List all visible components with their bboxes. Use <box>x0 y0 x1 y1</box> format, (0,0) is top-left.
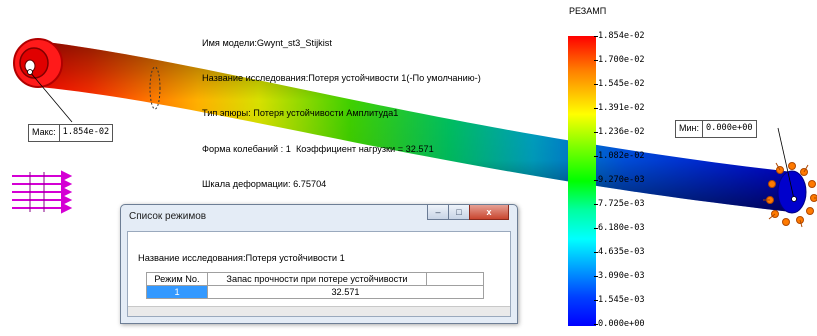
plot-type: Тип эпюры: Потеря устойчивости Амплитуда… <box>202 108 399 119</box>
legend-tick: 1.236e-02 <box>594 127 645 137</box>
legend-tick: 3.090e-03 <box>594 271 645 281</box>
max-callout[interactable]: Макс: 1.854e-02 <box>28 124 114 142</box>
legend-tick: 9.270e-03 <box>594 175 645 185</box>
legend-tick: 7.725e-03 <box>594 199 645 209</box>
beam-right-end <box>777 170 807 214</box>
mode-number-cell[interactable]: 1 <box>146 285 208 299</box>
modes-table: Режим No. Запас прочности при потере уст… <box>146 272 484 299</box>
legend-tick: 1.082e-02 <box>594 151 645 161</box>
legend-tick: 1.854e-02 <box>594 31 645 41</box>
column-header-mode[interactable]: Режим No. <box>146 272 208 286</box>
mode-shape: Форма колебаний : 1 Коэффициент нагрузки… <box>202 143 434 154</box>
maximize-button[interactable]: □ <box>448 205 470 220</box>
load-arrows-icon[interactable] <box>12 170 73 214</box>
max-label: Макс: <box>29 125 60 141</box>
min-callout[interactable]: Мин: 0.000e+00 <box>675 120 757 138</box>
legend-title: РЕЗАМП <box>569 6 607 16</box>
legend-tick: 1.545e-03 <box>594 295 645 305</box>
max-value: 1.854e-02 <box>62 127 110 137</box>
deformation-scale: Шкала деформации: 6.75704 <box>202 179 327 190</box>
min-value: 0.000e+00 <box>706 123 753 133</box>
mode-list-dialog[interactable]: Список режимов – □ x Название исследован… <box>120 204 518 324</box>
legend-tick: 0.000e+00 <box>594 319 645 329</box>
horizontal-scrollbar[interactable] <box>128 306 510 316</box>
legend-tick: 1.545e-02 <box>594 79 645 89</box>
table-row[interactable]: 1 32.571 <box>146 285 484 299</box>
legend-tick: 4.635e-03 <box>594 247 645 257</box>
model-info: Имя модели:Gwynt_st3_Stijkist Название и… <box>202 14 481 203</box>
model-name: Имя модели:Gwynt_st3_Stijkist <box>202 37 332 48</box>
column-header-empty <box>426 272 484 286</box>
min-label: Мин: <box>676 121 703 137</box>
minimize-button[interactable]: – <box>427 205 449 220</box>
study-label: Название исследования:Потеря устойчивост… <box>138 253 345 263</box>
beam-left-end <box>13 38 63 88</box>
window-controls: – □ x <box>427 205 509 220</box>
dialog-body: Название исследования:Потеря устойчивост… <box>127 231 511 317</box>
legend-tick: 6.180e-03 <box>594 223 645 233</box>
study-name: Название исследования:Потеря устойчивост… <box>202 72 481 83</box>
close-button[interactable]: x <box>469 205 509 220</box>
table-header: Режим No. Запас прочности при потере уст… <box>146 272 484 286</box>
legend-tick: 1.391e-02 <box>594 103 645 113</box>
column-header-factor[interactable]: Запас прочности при потере устойчивости <box>207 272 427 286</box>
safety-factor-cell[interactable]: 32.571 <box>207 285 484 299</box>
legend-tick: 1.700e-02 <box>594 55 645 65</box>
dialog-title: Список режимов <box>129 211 207 222</box>
color-scale-bar <box>568 36 596 326</box>
